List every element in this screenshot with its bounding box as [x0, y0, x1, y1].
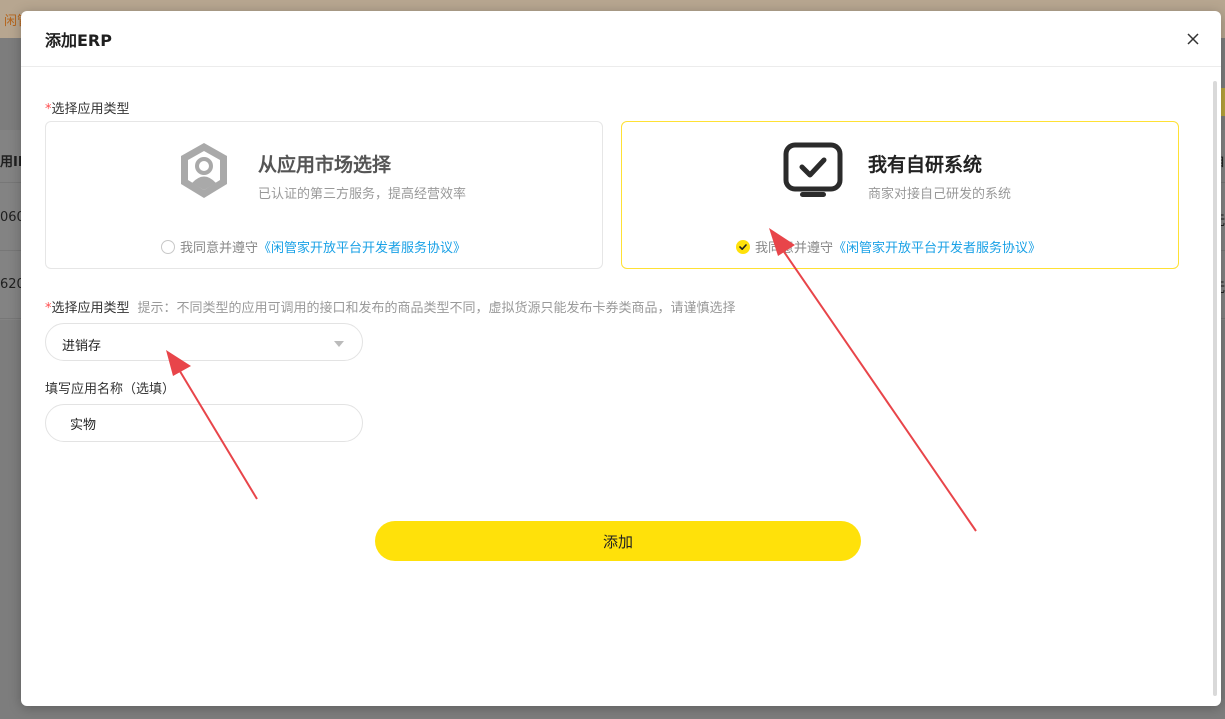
verified-user-icon: [173, 140, 235, 202]
marketplace-agreement: 我同意并遵守 《闲管家开放平台开发者服务协议》: [161, 237, 466, 256]
chevron-down-icon: [334, 341, 344, 347]
marketplace-agree-radio[interactable]: [161, 239, 175, 254]
self-developed-agree-radio[interactable]: [736, 239, 750, 254]
agreement-prefix: 我同意并遵守: [180, 241, 259, 256]
agreement-link[interactable]: 《闲管家开放平台开发者服务协议》: [833, 237, 1041, 256]
app-type-label: *选择应用类型: [45, 98, 130, 117]
app-category-label-text: 选择应用类型: [51, 301, 130, 316]
app-category-label: *选择应用类型 提示：不同类型的应用可调用的接口和发布的商品类型不同，虚拟货源只能…: [45, 297, 736, 316]
marketplace-option-card[interactable]: 从应用市场选择 已认证的第三方服务，提高经营效率 我同意并遵守 《闲管家开放平台…: [45, 121, 603, 269]
self-developed-agreement: 我同意并遵守 《闲管家开放平台开发者服务协议》: [736, 237, 1041, 256]
dialog-scrollbar[interactable]: [1213, 81, 1217, 696]
self-developed-option-card[interactable]: 我有自研系统 商家对接自己研发的系统 我同意并遵守 《闲管家开放平台开发者服务协…: [621, 121, 1179, 269]
monitor-check-icon: [782, 140, 844, 202]
agreement-link[interactable]: 《闲管家开放平台开发者服务协议》: [258, 237, 466, 256]
marketplace-card-description: 已认证的第三方服务，提高经营效率: [258, 187, 467, 202]
self-developed-card-title: 我有自研系统: [868, 154, 983, 176]
app-name-label: 填写应用名称（选填）: [45, 382, 176, 397]
app-category-hint: 提示：不同类型的应用可调用的接口和发布的商品类型不同，虚拟货源只能发布卡券类商品…: [137, 301, 736, 316]
self-developed-card-description: 商家对接自己研发的系统: [868, 187, 1012, 202]
app-name-input[interactable]: [45, 404, 363, 442]
app-category-select[interactable]: 进销存: [45, 323, 363, 361]
app-category-selected-value: 进销存: [62, 339, 102, 354]
add-erp-dialog: 添加ERP *选择应用类型 从应用市场选择 已认证的第三方服务，提高经营效率 我…: [21, 11, 1221, 706]
add-button[interactable]: 添加: [375, 521, 861, 561]
marketplace-card-title: 从应用市场选择: [258, 154, 392, 176]
app-type-label-text: 选择应用类型: [51, 102, 130, 117]
close-icon[interactable]: [1183, 29, 1203, 49]
agreement-prefix: 我同意并遵守: [755, 241, 834, 256]
dialog-title: 添加ERP: [45, 31, 112, 50]
dialog-header: 添加ERP: [21, 11, 1221, 67]
